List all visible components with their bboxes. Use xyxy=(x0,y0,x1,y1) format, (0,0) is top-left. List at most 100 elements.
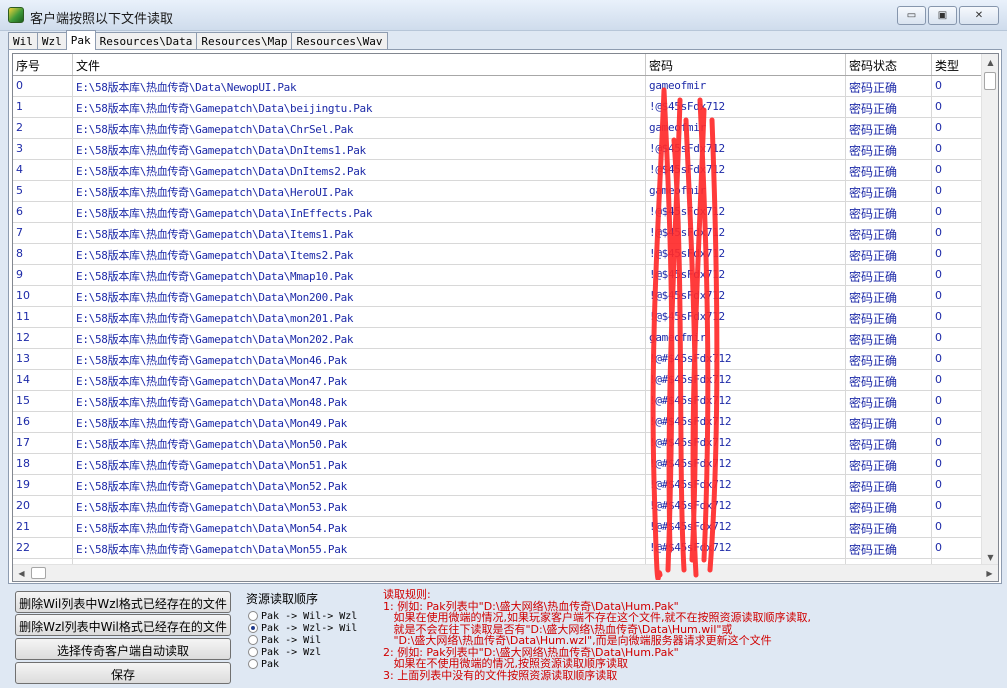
row-password-status: 密码正确 xyxy=(846,202,932,222)
table-row[interactable]: 22 E:\58版本库\热血传奇\Gamepatch\Data\Mon55.Pak… xyxy=(13,538,987,559)
table-row[interactable]: 13 E:\58版本库\热血传奇\Gamepatch\Data\Mon46.Pak… xyxy=(13,349,987,370)
tab-resources-map[interactable]: Resources\Map xyxy=(196,32,293,50)
table-row[interactable]: 12 E:\58版本库\热血传奇\Gamepatch\Data\Mon202.Pa… xyxy=(13,328,987,349)
table-row[interactable]: 17 E:\58版本库\热血传奇\Gamepatch\Data\Mon50.Pak… xyxy=(13,433,987,454)
table-row[interactable]: 2 E:\58版本库\热血传奇\Gamepatch\Data\ChrSel.Pak… xyxy=(13,118,987,139)
grid-header: 序号 文件 密码 密码状态 类型 xyxy=(13,54,987,76)
table-row[interactable]: 15 E:\58版本库\热血传奇\Gamepatch\Data\Mon48.Pak… xyxy=(13,391,987,412)
row-index: 14 xyxy=(13,370,73,390)
window-controls: ▭ ▣ ✕ xyxy=(897,6,999,25)
row-type: 0 xyxy=(935,100,942,113)
row-password: !@#$45sFdx712 xyxy=(646,517,846,537)
vertical-scrollbar[interactable]: ▲ ▼ xyxy=(981,54,998,566)
tab-pak[interactable]: Pak xyxy=(65,30,96,50)
row-file-path: E:\58版本库\热血传奇\Gamepatch\Data\Mon55.Pak xyxy=(73,538,646,558)
tab-wzl[interactable]: Wzl xyxy=(36,32,67,50)
table-row[interactable]: 0 E:\58版本库\热血传奇\Data\NewopUI.Pak gameofmir… xyxy=(13,76,987,97)
scroll-right-icon[interactable]: ▶ xyxy=(982,566,997,581)
table-row[interactable]: 5 E:\58版本库\热血传奇\Gamepatch\Data\HeroUI.Pak… xyxy=(13,181,987,202)
read-order-option[interactable]: Pak -> Wzl-> Wil xyxy=(248,622,376,634)
row-password-status: 密码正确 xyxy=(846,496,932,516)
read-order-group: 资源读取顺序 Pak -> Wil-> Wzl Pak -> Wzl-> Wil P… xyxy=(240,590,376,682)
tab-resources-data[interactable]: Resources\Data xyxy=(94,32,198,50)
column-header-status[interactable]: 密码状态 xyxy=(846,54,932,75)
table-row[interactable]: 16 E:\58版本库\热血传奇\Gamepatch\Data\Mon49.Pak… xyxy=(13,412,987,433)
row-type: 0 xyxy=(935,289,942,302)
column-header-index[interactable]: 序号 xyxy=(13,54,73,75)
table-row[interactable]: 9 E:\58版本库\热血传奇\Gamepatch\Data\Mmap10.Pak… xyxy=(13,265,987,286)
save-button[interactable]: 保存 xyxy=(15,662,231,684)
table-row[interactable]: 14 E:\58版本库\热血传奇\Gamepatch\Data\Mon47.Pak… xyxy=(13,370,987,391)
grid-rows: 0 E:\58版本库\热血传奇\Data\NewopUI.Pak gameofmir… xyxy=(13,76,987,566)
row-password-status: 密码正确 xyxy=(846,223,932,243)
table-row[interactable]: 10 E:\58版本库\热血传奇\Gamepatch\Data\Mon200.Pa… xyxy=(13,286,987,307)
rule-line: 读取规则: xyxy=(383,588,431,601)
row-file-path: E:\58版本库\热血传奇\Data\NewopUI.Pak xyxy=(73,76,646,96)
row-index: 5 xyxy=(13,181,73,201)
horizontal-scrollbar[interactable]: ◀ ▶ xyxy=(13,564,998,581)
row-type: 0 xyxy=(935,373,942,386)
table-row[interactable]: 3 E:\58版本库\热血传奇\Gamepatch\Data\DnItems1.P… xyxy=(13,139,987,160)
row-password: !@#$45sFdx712 xyxy=(646,412,846,432)
read-order-option[interactable]: Pak -> Wil xyxy=(248,634,376,646)
maximize-icon[interactable]: ▣ xyxy=(928,6,957,25)
column-header-file[interactable]: 文件 xyxy=(73,54,646,75)
row-file-path: E:\58版本库\热血传奇\Gamepatch\Data\Mon202.Pak xyxy=(73,328,646,348)
scroll-up-icon[interactable]: ▲ xyxy=(983,55,998,70)
read-order-option[interactable]: Pak -> Wzl xyxy=(248,646,376,658)
table-row[interactable]: 4 E:\58版本库\热血传奇\Gamepatch\Data\DnItems2.P… xyxy=(13,160,987,181)
row-password-status: 密码正确 xyxy=(846,370,932,390)
table-row[interactable]: 20 E:\58版本库\热血传奇\Gamepatch\Data\Mon53.Pak… xyxy=(13,496,987,517)
row-type: 0 xyxy=(935,163,942,176)
horizontal-scroll-thumb[interactable] xyxy=(31,567,46,579)
read-order-option-label: Pak xyxy=(261,658,280,670)
vertical-scroll-thumb[interactable] xyxy=(984,72,996,90)
column-header-type[interactable]: 类型 xyxy=(932,54,987,75)
table-row[interactable]: 7 E:\58版本库\热血传奇\Gamepatch\Data\Items1.Pak… xyxy=(13,223,987,244)
row-password: !@$45sFdx712 xyxy=(646,160,846,180)
tab-resources-wav[interactable]: Resources\Wav xyxy=(291,32,388,50)
radio-unselected-icon[interactable] xyxy=(248,647,258,657)
table-row[interactable]: 8 E:\58版本库\热血传奇\Gamepatch\Data\Items2.Pak… xyxy=(13,244,987,265)
close-icon[interactable]: ✕ xyxy=(959,6,999,25)
minimize-icon[interactable]: ▭ xyxy=(897,6,926,25)
radio-unselected-icon[interactable] xyxy=(248,635,258,645)
read-order-option[interactable]: Pak -> Wil-> Wzl xyxy=(248,610,376,622)
tab-wil[interactable]: Wil xyxy=(8,32,38,50)
table-row[interactable]: 1 E:\58版本库\热血传奇\Gamepatch\Data\beijingtu.… xyxy=(13,97,987,118)
read-order-option[interactable]: Pak xyxy=(248,658,376,670)
row-index: 8 xyxy=(13,244,73,264)
read-order-option-label: Pak -> Wil xyxy=(261,634,322,646)
scroll-left-icon[interactable]: ◀ xyxy=(14,566,29,581)
title-bar: 客户端按照以下文件读取 ▭ ▣ ✕ xyxy=(0,0,1007,31)
scroll-down-icon[interactable]: ▼ xyxy=(983,550,998,565)
table-row[interactable]: 6 E:\58版本库\热血传奇\Gamepatch\Data\InEffects.… xyxy=(13,202,987,223)
row-password-status: 密码正确 xyxy=(846,265,932,285)
row-file-path: E:\58版本库\热血传奇\Gamepatch\Data\InEffects.P… xyxy=(73,202,646,222)
table-row[interactable]: 21 E:\58版本库\热血传奇\Gamepatch\Data\Mon54.Pak… xyxy=(13,517,987,538)
delete-wil-duplicates-button[interactable]: 删除Wil列表中Wzl格式已经存在的文件 xyxy=(15,591,231,613)
row-index: 4 xyxy=(13,160,73,180)
row-index: 7 xyxy=(13,223,73,243)
radio-selected-icon[interactable] xyxy=(248,623,258,633)
row-password: gameofmir xyxy=(646,181,846,201)
row-file-path: E:\58版本库\热血传奇\Gamepatch\Data\Items2.Pak xyxy=(73,244,646,264)
table-row[interactable]: 19 E:\58版本库\热血传奇\Gamepatch\Data\Mon52.Pak… xyxy=(13,475,987,496)
row-index: 21 xyxy=(13,517,73,537)
row-password-status: 密码正确 xyxy=(846,76,932,96)
row-password: !@$45sFdx712 xyxy=(646,223,846,243)
table-row[interactable]: 18 E:\58版本库\热血传奇\Gamepatch\Data\Mon51.Pak… xyxy=(13,454,987,475)
column-header-password[interactable]: 密码 xyxy=(646,54,846,75)
row-password-status: 密码正确 xyxy=(846,328,932,348)
auto-read-client-button[interactable]: 选择传奇客户端自动读取 xyxy=(15,638,231,660)
table-row[interactable]: 11 E:\58版本库\热血传奇\Gamepatch\Data\mon201.Pa… xyxy=(13,307,987,328)
delete-wzl-duplicates-button[interactable]: 删除Wzl列表中Wil格式已经存在的文件 xyxy=(15,614,231,636)
row-index: 9 xyxy=(13,265,73,285)
row-index: 3 xyxy=(13,139,73,159)
row-type: 0 xyxy=(935,436,942,449)
row-type: 0 xyxy=(935,520,942,533)
radio-unselected-icon[interactable] xyxy=(248,611,258,621)
row-type: 0 xyxy=(935,415,942,428)
radio-unselected-icon[interactable] xyxy=(248,659,258,669)
row-file-path: E:\58版本库\热血传奇\Gamepatch\Data\mon201.Pak xyxy=(73,307,646,327)
